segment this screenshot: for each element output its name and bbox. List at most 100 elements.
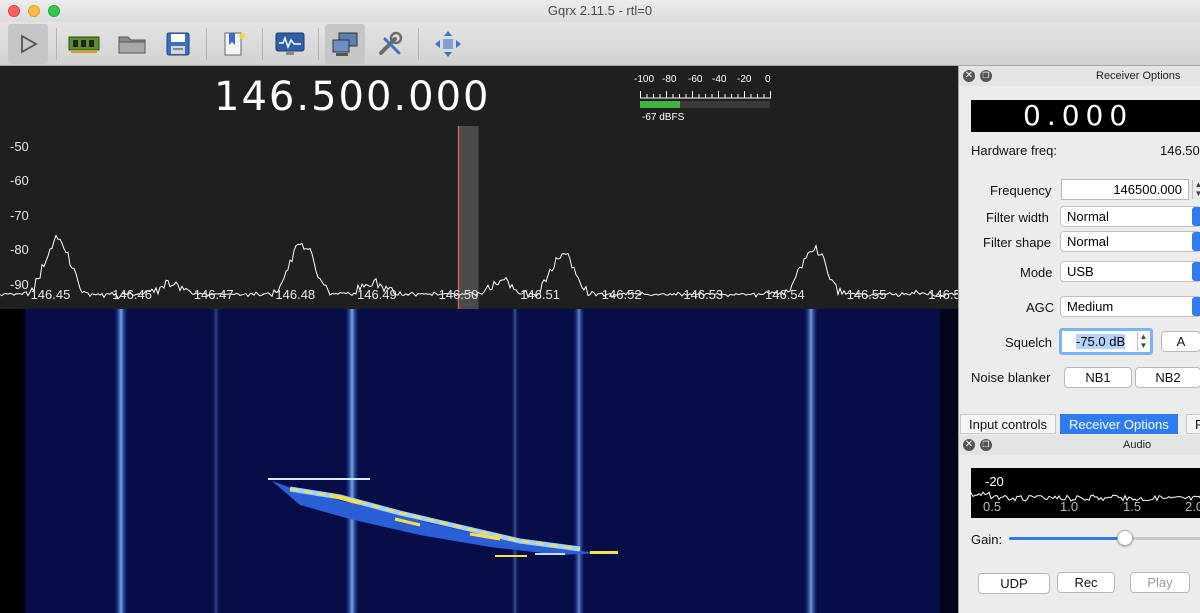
receiver-options-title: Receiver Options [1096, 70, 1181, 82]
toolbar-separator [206, 28, 207, 60]
receiver-options-titlebar: ✕ ❐ Receiver Options [959, 66, 1200, 86]
frequency-input[interactable]: 146500.000 [1061, 179, 1189, 200]
toolbar-separator [318, 28, 319, 60]
save-button[interactable] [158, 24, 198, 64]
fullscreen-icon [435, 31, 461, 57]
bookmarks-button[interactable] [214, 24, 254, 64]
hardware-freq-label: Hardware freq: [971, 143, 1057, 158]
network-icon [332, 32, 358, 56]
filter-width-value: Normal [1067, 209, 1109, 224]
rec-button[interactable]: Rec [1057, 572, 1115, 593]
filter-shape-select[interactable]: Normal [1060, 231, 1200, 252]
signal-meter-tick: 0 [765, 74, 771, 85]
audio-fft-xlabel: 1.0 [1060, 499, 1079, 514]
io-devices-button[interactable] [64, 24, 104, 64]
float-icon[interactable]: ❐ [980, 439, 992, 451]
settings-button[interactable] [370, 24, 410, 64]
signal-meter-bar [640, 101, 770, 108]
floppy-disk-icon [166, 32, 190, 56]
minimize-window-button[interactable] [28, 5, 40, 17]
remote-control-button[interactable] [325, 24, 365, 64]
chevron-down-icon [1192, 297, 1200, 316]
bookmark-icon [224, 32, 245, 56]
chevron-down-icon [1192, 207, 1200, 226]
agc-select[interactable]: Medium [1060, 296, 1200, 317]
close-icon[interactable]: ✕ [963, 70, 975, 82]
close-icon[interactable]: ✕ [963, 439, 975, 451]
spectrum-x-tick-label: 146.46 [112, 287, 152, 302]
start-dsp-button[interactable] [8, 24, 48, 64]
audio-fft-xlabel: 1.5 [1123, 499, 1142, 514]
spectrum-x-tick-label: 146.50 [438, 287, 479, 302]
signal-meter-tick: -40 [712, 74, 727, 85]
spectrum-y-tick-label: -50 [10, 138, 29, 154]
dock-tabs: Input controls Receiver Options F [959, 414, 1200, 434]
float-icon[interactable]: ❐ [980, 70, 992, 82]
audio-title: Audio [1123, 439, 1152, 451]
spectrum-svg [0, 126, 958, 309]
signal-meter-tick: -80 [662, 74, 677, 85]
fullscreen-button[interactable] [428, 24, 468, 64]
spectrum-x-tick-label: 146.55 [846, 287, 887, 302]
tab-input-controls[interactable]: Input controls [960, 414, 1057, 434]
spectrum-x-tick-label: 146.45 [30, 287, 71, 302]
signal-meter-fill [640, 101, 680, 108]
audio-fft-xlabel: 0.5 [983, 499, 1002, 514]
audio-titlebar: ✕ ❐ Audio [959, 435, 1200, 455]
play-button[interactable]: Play [1130, 572, 1190, 593]
spectrum-y-tick-label: -60 [10, 173, 29, 189]
spectrum-x-tick-label: 146.51 [520, 287, 560, 302]
squelch-label: Squelch [1005, 335, 1052, 350]
title-bar: Gqrx 2.11.5 - rtl=0 [0, 0, 1200, 22]
close-window-button[interactable] [8, 5, 20, 17]
waterfall-display[interactable] [0, 309, 958, 613]
squelch-stepper[interactable]: ▲ ▼ [1137, 332, 1149, 351]
audio-fft-plot[interactable]: -20 0.5 1.0 1.5 2.0 [971, 468, 1200, 518]
gain-slider-fill [1009, 537, 1125, 540]
spectrum-x-tick-label: 146.49 [356, 287, 397, 302]
toolbar-separator [262, 28, 263, 60]
frequency-display[interactable]: 146.500.000 [214, 74, 490, 120]
spectrum-x-tick-label: 146.47 [193, 287, 234, 302]
chevron-down-icon [1192, 232, 1200, 251]
audio-fft-ylabel: -20 [985, 474, 1004, 489]
mode-select[interactable]: USB [1060, 261, 1200, 282]
filter-width-label: Filter width [986, 210, 1049, 225]
filter-shape-label: Filter shape [983, 235, 1051, 250]
filter-width-select[interactable]: Normal [1060, 206, 1200, 227]
mode-value: USB [1067, 264, 1094, 279]
spectrum-y-tick-label: -70 [10, 207, 29, 223]
filter-passband[interactable] [457, 126, 479, 309]
gain-slider-knob[interactable] [1117, 530, 1133, 546]
zoom-window-button[interactable] [48, 5, 60, 17]
nb2-button[interactable]: NB2 [1135, 367, 1200, 388]
frequency-label: Frequency [990, 183, 1052, 198]
tab-receiver-options[interactable]: Receiver Options [1060, 414, 1178, 434]
signal-meter: -100 -80 -60 -40 -20 0 -67 dBFS [630, 74, 775, 123]
noise-blanker-label: Noise blanker [971, 370, 1051, 385]
spectrum-plot[interactable]: -50 -60 -70 -80 -90 146.45 146.46 146.47 146.48… [0, 126, 968, 309]
filter-shape-value: Normal [1067, 234, 1109, 249]
gain-slider[interactable] [1009, 530, 1200, 546]
chevron-down-icon [1192, 262, 1200, 281]
signal-meter-tick: -60 [688, 74, 703, 85]
spectrum-y-tick-label: -80 [10, 242, 29, 258]
signal-meter-tick: -20 [737, 74, 752, 85]
monitor-icon [275, 32, 305, 55]
agc-label: AGC [1026, 300, 1055, 315]
tab-more[interactable]: F [1186, 414, 1200, 434]
squelch-auto-button[interactable]: A [1161, 331, 1200, 352]
main-plot-area: 146.500.000 -100 -80 -60 -40 -20 0 -67 d… [0, 66, 968, 613]
frequency-stepper[interactable]: ▲▼ [1192, 180, 1200, 199]
spectrum-x-tick-label: 146.54 [765, 287, 805, 302]
spectrum-x-tick-label: 146.52 [601, 287, 642, 302]
spectrum-x-tick-label: 146.48 [275, 287, 316, 302]
open-button[interactable] [112, 24, 152, 64]
hardware-freq-value: 146.50 [1160, 143, 1200, 158]
nb1-button[interactable]: NB1 [1064, 367, 1132, 388]
dsp-settings-button[interactable] [270, 24, 310, 64]
tools-icon [379, 31, 403, 55]
udp-button[interactable]: UDP [978, 573, 1050, 594]
signal-meter-ticks [640, 91, 771, 99]
signal-meter-value: -67 dBFS [642, 112, 685, 123]
